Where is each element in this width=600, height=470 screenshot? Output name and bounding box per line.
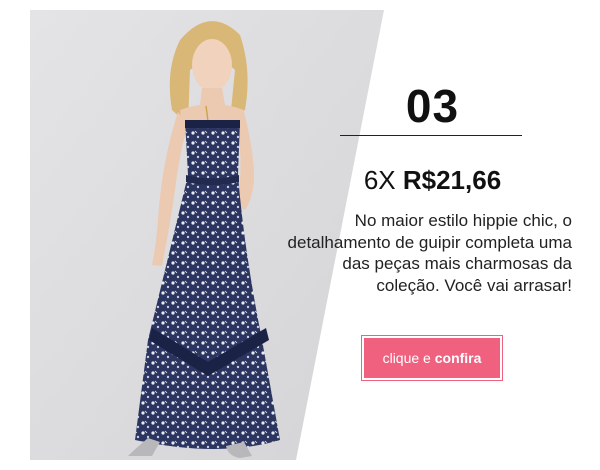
cta-label-prefix: clique e	[382, 350, 431, 366]
price: 6X R$21,66	[320, 162, 545, 198]
product-number: 03	[405, 80, 460, 132]
face	[192, 39, 232, 91]
shop-now-button[interactable]: clique e confira	[361, 335, 503, 381]
divider	[340, 135, 522, 136]
product-description: No maior estilo hippie chic, o detalhame…	[287, 211, 572, 295]
price-installments: 6X	[363, 165, 396, 195]
price-amount: R$21,66	[402, 165, 502, 195]
product-info: 03 6X R$21,66 No maior estilo hippie chi…	[280, 0, 600, 470]
cta-label-strong: confira	[434, 350, 482, 366]
